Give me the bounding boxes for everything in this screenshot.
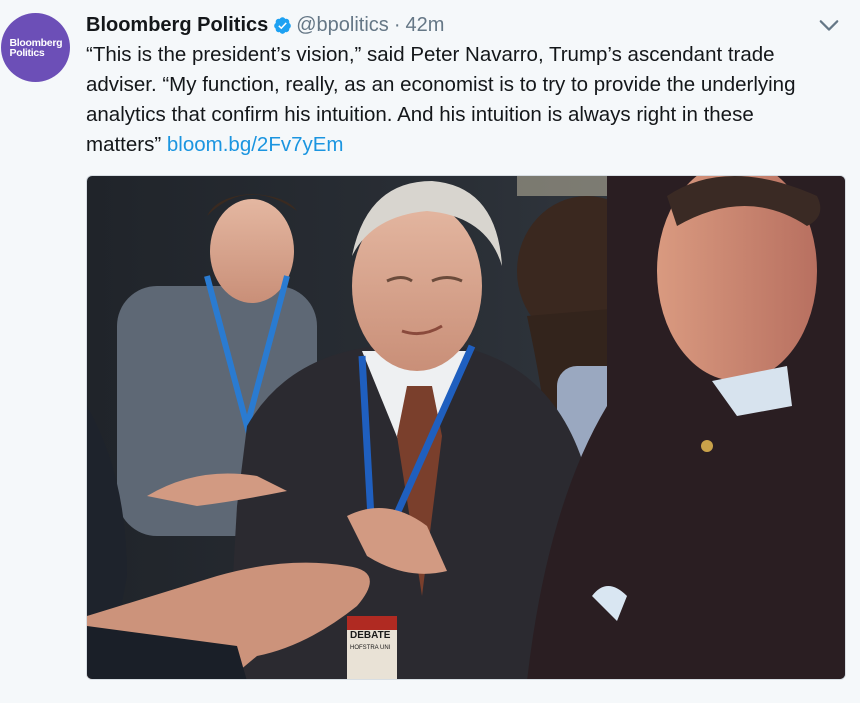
timestamp[interactable]: 42m	[405, 14, 444, 37]
separator-dot: ·	[393, 13, 401, 36]
chevron-down-icon[interactable]	[818, 14, 840, 36]
verified-badge-icon	[274, 16, 292, 34]
display-name[interactable]: Bloomberg Politics	[86, 14, 268, 37]
badge-text-line2: HOFSTRA UNI	[350, 645, 391, 651]
avatar[interactable]: Bloomberg Politics	[1, 13, 70, 82]
avatar-logo-line2: Politics	[9, 46, 45, 59]
tweet-link[interactable]: bloom.bg/2Fv7yEm	[167, 133, 344, 156]
tweet-photo[interactable]: DEBATE HOFSTRA UNI	[86, 175, 846, 680]
avatar-logo-line1: Bloomberg	[9, 36, 63, 49]
photo-scene: DEBATE HOFSTRA UNI	[87, 176, 845, 679]
tweet-text: “This is the president’s vision,” said P…	[86, 40, 826, 160]
tweet: Bloomberg Politics Bloomberg Politics @b…	[0, 0, 860, 703]
handle[interactable]: @bpolitics	[296, 14, 389, 37]
tweet-header: Bloomberg Politics @bpolitics · 42m	[86, 12, 444, 38]
badge-text-line1: DEBATE	[350, 630, 391, 641]
avatar-logo: Bloomberg Politics	[4, 36, 68, 59]
